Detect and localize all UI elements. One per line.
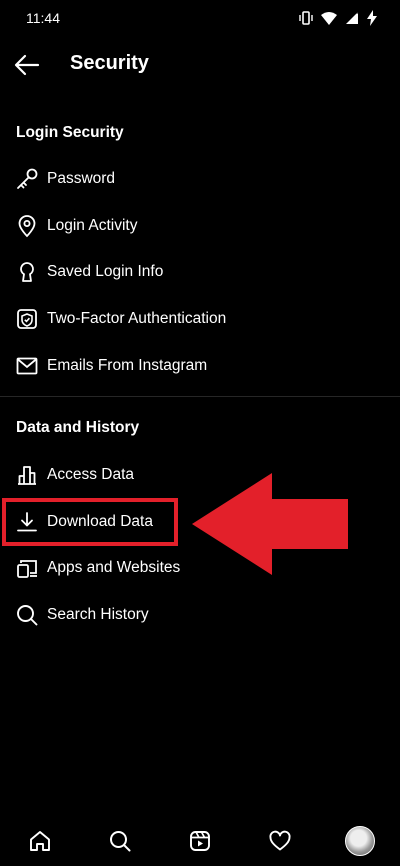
back-arrow-icon[interactable] [12,50,42,80]
menu-item-saved-login-info[interactable]: Saved Login Info [0,249,400,295]
wifi-icon [320,10,338,26]
menu-item-label: Apps and Websites [47,559,181,576]
menu-item-login-activity[interactable]: Login Activity [0,203,400,249]
reels-icon[interactable] [180,821,220,861]
keyhole-icon [14,259,40,285]
bottom-navigation [0,816,400,866]
location-pin-icon [14,213,40,239]
menu-item-label: Password [47,170,116,187]
menu-item-label: Search History [47,606,149,623]
section-title-data-and-history: Data and History [16,419,140,436]
envelope-icon [14,353,40,379]
menu-item-label: Access Data [47,466,135,483]
shield-check-icon [14,306,40,332]
status-icons [298,10,378,26]
heart-icon[interactable] [260,821,300,861]
menu-item-two-factor-authentication[interactable]: Two-Factor Authentication [0,296,400,342]
menu-item-label: Saved Login Info [47,263,164,280]
status-time: 11:44 [26,10,60,26]
home-icon[interactable] [20,821,60,861]
section-title-login-security: Login Security [16,124,124,141]
devices-icon [14,555,40,581]
menu-item-search-history[interactable]: Search History [0,592,400,638]
section-divider [0,396,400,397]
vibrate-icon [298,10,314,26]
battery-charging-icon [366,10,378,26]
bar-chart-icon [14,462,40,488]
menu-item-label: Two-Factor Authentication [47,310,227,327]
menu-item-label: Emails From Instagram [47,357,208,374]
profile-avatar[interactable] [340,821,380,861]
header: Security [0,40,400,88]
signal-icon [344,10,360,26]
page-title: Security [70,52,149,74]
search-icon[interactable] [100,821,140,861]
menu-item-emails-from-instagram[interactable]: Emails From Instagram [0,343,400,389]
status-bar: 11:44 [0,0,400,36]
highlight-box [2,498,178,546]
pointer-arrow [190,471,350,582]
menu-item-label: Login Activity [47,217,138,234]
menu-item-password[interactable]: Password [0,156,400,202]
search-icon [14,602,40,628]
key-icon [14,166,40,192]
avatar [345,826,375,856]
